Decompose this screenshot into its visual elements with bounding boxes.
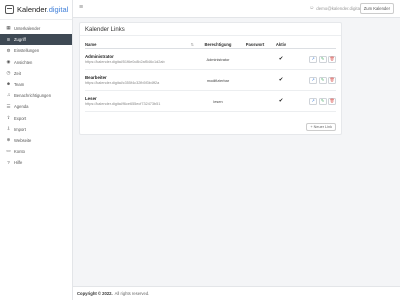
sidebar-item-einstellungen[interactable]: ⚙ Einstellungen: [0, 45, 72, 56]
sidebar-item-label: Agenda: [14, 104, 29, 110]
link-url[interactable]: https://kalender.digital/51f6e0c8b2af546…: [85, 60, 165, 65]
footer-rights: All rights reserved.: [114, 291, 150, 296]
link-permission: lesen: [213, 98, 223, 104]
topbar: ≡ ☺ demo@kalender.digital Zum Kalender: [73, 0, 400, 18]
link-name-cell: Bearbeiter https://kalender.digital/c355f…: [85, 75, 197, 86]
column-header-name[interactable]: Name ⇅: [85, 42, 197, 47]
table-body: Administrator https://kalender.digital/51…: [85, 49, 336, 112]
calendar-links-card: Kalender Links Name ⇅ Berechtigung Passw…: [79, 22, 342, 135]
sidebar-item-konto[interactable]: ▭ Konto: [0, 146, 72, 157]
active-check-icon: ✔: [278, 56, 284, 62]
clock-icon: ◷: [6, 70, 11, 76]
sidebar-item-zeit[interactable]: ◷ Zeit: [0, 68, 72, 79]
edit-link-button[interactable]: ✎: [318, 97, 327, 105]
link-permission: Administrator: [206, 56, 230, 62]
active-check-icon: ✔: [278, 98, 284, 104]
links-table: Name ⇅ Berechtigung Passwort Aktiv Admin…: [85, 40, 336, 112]
gear-icon: ⚙: [6, 47, 11, 53]
active-check-icon: ✔: [278, 77, 284, 83]
open-link-button[interactable]: ↗: [309, 76, 317, 84]
open-link-button[interactable]: ↗: [309, 97, 317, 105]
globe-icon: ⊕: [6, 137, 11, 143]
column-header-password: Passwort: [245, 41, 265, 47]
link-name-cell: Leser https://kalender.digital/f6ce655ecf…: [85, 96, 197, 107]
open-link-button[interactable]: ↗: [309, 55, 317, 63]
back-to-calendar-button[interactable]: Zum Kalender: [359, 3, 394, 14]
wifi-icon: ≋: [6, 36, 11, 42]
footer-copyright: Copyright © 2022.: [77, 291, 113, 296]
brand[interactable]: Kalender.digital: [0, 0, 72, 20]
brand-name: Kalender.digital: [17, 5, 68, 14]
sidebar-item-label: Import: [14, 126, 26, 132]
row-actions: ↗ ✎ 🗑: [291, 55, 336, 63]
sidebar-item-label: Team: [14, 82, 25, 88]
calendar-icon: ▦: [6, 25, 11, 31]
table-row: Bearbeiter https://kalender.digital/c355f…: [85, 70, 336, 91]
link-url[interactable]: https://kalender.digital/f6ce655ecf73247…: [85, 102, 160, 107]
card-title: Kalender Links: [80, 23, 341, 36]
edit-link-button[interactable]: ✎: [318, 76, 327, 84]
bell-icon: ♫: [6, 92, 11, 98]
link-name-cell: Administrator https://kalender.digital/51…: [85, 54, 197, 65]
edit-link-button[interactable]: ✎: [318, 55, 327, 63]
sidebar-item-label: Unterkalender: [14, 26, 41, 32]
delete-link-button[interactable]: 🗑: [328, 97, 336, 105]
sidebar-item-ansichten[interactable]: ◉ Ansichten: [0, 57, 72, 68]
link-permission: modifizierbar: [206, 77, 230, 83]
sidebar-item-label: Webseite: [14, 137, 32, 143]
card-icon: ▭: [6, 148, 11, 154]
sidebar-item-label: Zeit: [14, 70, 21, 76]
sidebar: Kalender.digital ▦ Unterkalender ≋ Zugriff ⚙…: [0, 0, 73, 300]
users-icon: ☻: [6, 81, 11, 87]
footer: Copyright © 2022. All rights reserved.: [73, 286, 400, 300]
help-icon: ?: [7, 159, 10, 165]
table-row: Leser https://kalender.digital/f6ce655ecf…: [85, 91, 336, 112]
column-name-label: Name: [85, 41, 97, 47]
sidebar-item-label: Zugriff: [14, 37, 26, 43]
user-account-link[interactable]: ☺ demo@kalender.digital: [309, 5, 361, 11]
sidebar-item-zugriff[interactable]: ≋ Zugriff: [0, 34, 72, 46]
sidebar-item-team[interactable]: ☻ Team: [0, 79, 72, 90]
sidebar-item-label: Ansichten: [14, 59, 33, 65]
export-icon: ⇪: [6, 114, 11, 120]
new-link-button[interactable]: + Neuer Link: [306, 123, 336, 131]
column-header-permission: Berechtigung: [204, 41, 232, 47]
row-actions: ↗ ✎ 🗑: [291, 97, 336, 105]
user-email: demo@kalender.digital: [316, 5, 361, 11]
sidebar-item-label: Konto: [14, 149, 25, 155]
sidebar-item-export[interactable]: ⇪ Export: [0, 113, 72, 124]
column-header-active: Aktiv: [275, 41, 287, 47]
hamburger-menu-icon[interactable]: ≡: [79, 4, 83, 11]
eye-icon: ◉: [6, 58, 11, 64]
table-row: Administrator https://kalender.digital/51…: [85, 49, 336, 70]
sort-icon[interactable]: ⇅: [191, 42, 194, 47]
sidebar-item-label: Einstellungen: [14, 48, 40, 54]
sidebar-item-unterkalender[interactable]: ▦ Unterkalender: [0, 23, 72, 34]
sidebar-item-label: Benachrichtigungen: [14, 93, 52, 99]
sidebar-item-import[interactable]: ⇩ Import: [0, 124, 72, 135]
delete-link-button[interactable]: 🗑: [328, 55, 336, 63]
calendar-logo-icon: [5, 5, 14, 14]
sidebar-item-label: Hilfe: [14, 160, 23, 166]
link-url[interactable]: https://kalender.digital/c355f4c32fb5f3b…: [85, 81, 159, 86]
sidebar-item-benachrichtigungen[interactable]: ♫ Benachrichtigungen: [0, 90, 72, 101]
sidebar-item-agenda[interactable]: ☰ Agenda: [0, 101, 72, 112]
user-icon: ☺: [309, 5, 315, 11]
table-header: Name ⇅ Berechtigung Passwort Aktiv: [85, 40, 336, 49]
sidebar-nav: ▦ Unterkalender ≋ Zugriff ⚙ Einstellungen ◉ Ans…: [0, 20, 72, 168]
sidebar-item-hilfe[interactable]: ? Hilfe: [0, 157, 72, 168]
import-icon: ⇩: [6, 126, 11, 132]
brand-name-main: Kalender: [17, 5, 47, 14]
delete-link-button[interactable]: 🗑: [328, 76, 336, 84]
row-actions: ↗ ✎ 🗑: [291, 76, 336, 84]
brand-name-suffix: .digital: [46, 5, 69, 14]
sidebar-item-webseite[interactable]: ⊕ Webseite: [0, 135, 72, 146]
list-icon: ☰: [6, 103, 11, 109]
sidebar-item-label: Export: [14, 115, 27, 121]
